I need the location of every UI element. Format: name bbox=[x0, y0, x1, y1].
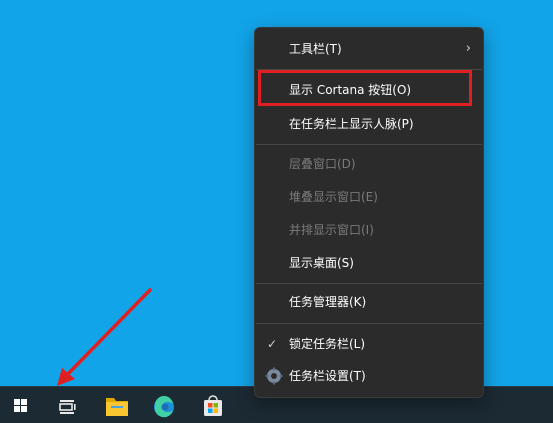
start-button[interactable] bbox=[4, 389, 38, 423]
menu-item-label: 显示桌面(S) bbox=[289, 256, 354, 270]
menu-separator bbox=[256, 144, 482, 145]
file-explorer-button[interactable] bbox=[100, 389, 134, 423]
menu-item-label: 堆叠显示窗口(E) bbox=[289, 190, 378, 204]
menu-item-taskbar-settings[interactable]: 任务栏设置(T) bbox=[257, 361, 481, 391]
menu-item-stack-windows: 堆叠显示窗口(E) bbox=[257, 182, 481, 212]
menu-item-side-by-side-windows: 并排显示窗口(I) bbox=[257, 215, 481, 245]
menu-item-label: 在任务栏上显示人脉(P) bbox=[289, 117, 414, 131]
menu-item-toolbars[interactable]: 工具栏(T) › bbox=[257, 34, 481, 64]
menu-separator bbox=[256, 69, 482, 70]
chevron-right-icon: › bbox=[465, 41, 471, 56]
store-icon bbox=[204, 395, 222, 416]
menu-item-label: 层叠窗口(D) bbox=[289, 157, 356, 171]
windows-logo-icon bbox=[14, 399, 27, 412]
edge-icon bbox=[154, 395, 174, 418]
store-button[interactable] bbox=[196, 389, 230, 423]
task-view-icon bbox=[59, 400, 76, 414]
menu-item-label: 显示 Cortana 按钮(O) bbox=[289, 83, 412, 97]
menu-item-lock-taskbar[interactable]: ✓ 锁定任务栏(L) bbox=[257, 329, 481, 359]
menu-item-label: 锁定任务栏(L) bbox=[289, 337, 366, 351]
menu-item-label: 任务栏设置(T) bbox=[289, 369, 366, 383]
task-view-button[interactable] bbox=[50, 389, 84, 423]
folder-icon bbox=[106, 398, 128, 416]
menu-item-label: 任务管理器(K) bbox=[289, 295, 367, 309]
menu-item-label: 并排显示窗口(I) bbox=[289, 223, 374, 237]
menu-item-show-people[interactable]: 在任务栏上显示人脉(P) bbox=[257, 109, 481, 139]
menu-item-task-manager[interactable]: 任务管理器(K) bbox=[257, 287, 481, 317]
menu-separator bbox=[256, 323, 482, 324]
menu-separator bbox=[256, 283, 482, 284]
gear-icon bbox=[265, 367, 283, 385]
menu-item-label: 工具栏(T) bbox=[289, 42, 342, 56]
checkmark-icon: ✓ bbox=[267, 337, 278, 351]
menu-item-cascade-windows: 层叠窗口(D) bbox=[257, 149, 481, 179]
taskbar-context-menu: 工具栏(T) › 显示 Cortana 按钮(O) 在任务栏上显示人脉(P) 层… bbox=[254, 27, 484, 398]
menu-item-show-desktop[interactable]: 显示桌面(S) bbox=[257, 248, 481, 278]
menu-item-show-cortana-button[interactable]: 显示 Cortana 按钮(O) bbox=[257, 75, 481, 105]
edge-button[interactable] bbox=[147, 389, 181, 423]
